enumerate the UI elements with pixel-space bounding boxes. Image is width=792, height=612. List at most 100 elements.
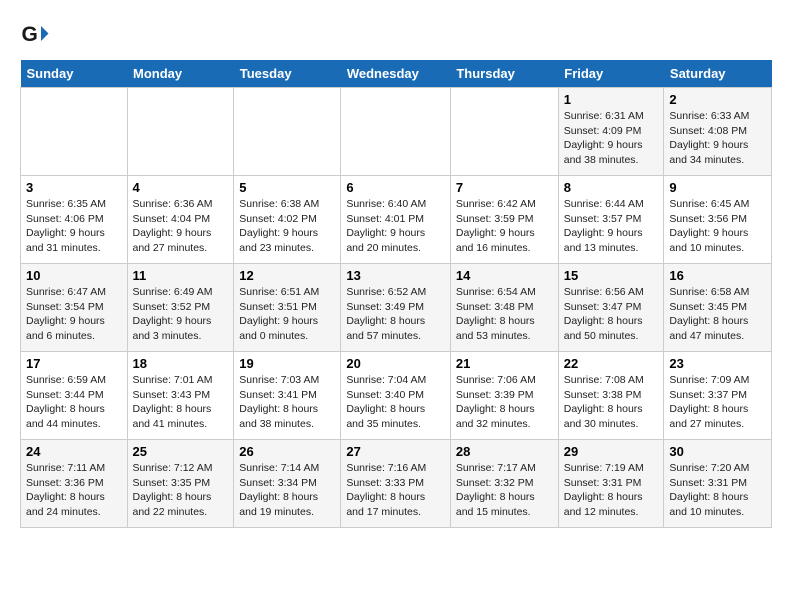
page-header: G xyxy=(20,20,772,50)
weekday-header: Friday xyxy=(558,60,664,88)
day-info: Sunrise: 6:58 AM Sunset: 3:45 PM Dayligh… xyxy=(669,285,766,344)
calendar-cell: 25 Sunrise: 7:12 AM Sunset: 3:35 PM Dayli… xyxy=(127,440,234,528)
weekday-header-row: SundayMondayTuesdayWednesdayThursdayFrid… xyxy=(21,60,772,88)
weekday-header: Sunday xyxy=(21,60,128,88)
calendar-cell: 6 Sunrise: 6:40 AM Sunset: 4:01 PM Daylig… xyxy=(341,176,451,264)
weekday-header: Saturday xyxy=(664,60,772,88)
day-info: Sunrise: 7:11 AM Sunset: 3:36 PM Dayligh… xyxy=(26,461,122,520)
calendar-cell: 12Sunrise: 6:51 AM Sunset: 3:51 PM Dayli… xyxy=(234,264,341,352)
day-info: Sunrise: 7:14 AM Sunset: 3:34 PM Dayligh… xyxy=(239,461,335,520)
calendar-cell: 10 Sunrise: 6:47 AM Sunset: 3:54 PM Dayli… xyxy=(21,264,128,352)
day-info: Sunrise: 7:20 AM Sunset: 3:31 PM Dayligh… xyxy=(669,461,766,520)
calendar-cell: 14 Sunrise: 6:54 AM Sunset: 3:48 PM Dayli… xyxy=(450,264,558,352)
day-info: Sunrise: 7:06 AM Sunset: 3:39 PM Dayligh… xyxy=(456,373,553,432)
svg-text:G: G xyxy=(22,23,38,46)
day-number: 22 xyxy=(564,356,659,371)
calendar-cell: 29 Sunrise: 7:19 AM Sunset: 3:31 PM Dayli… xyxy=(558,440,664,528)
weekday-header: Wednesday xyxy=(341,60,451,88)
calendar-cell: 23 Sunrise: 7:09 AM Sunset: 3:37 PM Dayli… xyxy=(664,352,772,440)
calendar-week-row: 3Sunrise: 6:35 AM Sunset: 4:06 PM Daylig… xyxy=(21,176,772,264)
calendar-cell xyxy=(21,88,128,176)
day-info: Sunrise: 6:59 AM Sunset: 3:44 PM Dayligh… xyxy=(26,373,122,432)
day-number: 24 xyxy=(26,444,122,459)
calendar-cell: 7 Sunrise: 6:42 AM Sunset: 3:59 PM Daylig… xyxy=(450,176,558,264)
day-info: Sunrise: 6:40 AM Sunset: 4:01 PM Dayligh… xyxy=(346,197,445,256)
day-number: 12 xyxy=(239,268,335,283)
day-number: 17 xyxy=(26,356,122,371)
calendar-cell xyxy=(234,88,341,176)
day-number: 25 xyxy=(133,444,229,459)
day-info: Sunrise: 7:19 AM Sunset: 3:31 PM Dayligh… xyxy=(564,461,659,520)
day-info: Sunrise: 6:56 AM Sunset: 3:47 PM Dayligh… xyxy=(564,285,659,344)
calendar-cell: 15 Sunrise: 6:56 AM Sunset: 3:47 PM Dayli… xyxy=(558,264,664,352)
calendar-week-row: 24 Sunrise: 7:11 AM Sunset: 3:36 PM Dayli… xyxy=(21,440,772,528)
day-number: 21 xyxy=(456,356,553,371)
calendar-cell: 4Sunrise: 6:36 AM Sunset: 4:04 PM Daylig… xyxy=(127,176,234,264)
calendar-cell: 17 Sunrise: 6:59 AM Sunset: 3:44 PM Dayli… xyxy=(21,352,128,440)
calendar-cell: 11Sunrise: 6:49 AM Sunset: 3:52 PM Dayli… xyxy=(127,264,234,352)
calendar-cell: 28 Sunrise: 7:17 AM Sunset: 3:32 PM Dayli… xyxy=(450,440,558,528)
calendar-cell: 19 Sunrise: 7:03 AM Sunset: 3:41 PM Dayli… xyxy=(234,352,341,440)
day-number: 23 xyxy=(669,356,766,371)
day-number: 26 xyxy=(239,444,335,459)
calendar-week-row: 10 Sunrise: 6:47 AM Sunset: 3:54 PM Dayli… xyxy=(21,264,772,352)
day-info: Sunrise: 6:44 AM Sunset: 3:57 PM Dayligh… xyxy=(564,197,659,256)
calendar-cell: 3Sunrise: 6:35 AM Sunset: 4:06 PM Daylig… xyxy=(21,176,128,264)
calendar-cell xyxy=(127,88,234,176)
day-info: Sunrise: 7:12 AM Sunset: 3:35 PM Dayligh… xyxy=(133,461,229,520)
day-number: 1 xyxy=(564,92,659,107)
day-number: 20 xyxy=(346,356,445,371)
calendar-cell: 27 Sunrise: 7:16 AM Sunset: 3:33 PM Dayli… xyxy=(341,440,451,528)
calendar-cell: 13 Sunrise: 6:52 AM Sunset: 3:49 PM Dayli… xyxy=(341,264,451,352)
day-number: 18 xyxy=(133,356,229,371)
day-number: 19 xyxy=(239,356,335,371)
day-number: 15 xyxy=(564,268,659,283)
day-info: Sunrise: 6:36 AM Sunset: 4:04 PM Dayligh… xyxy=(133,197,229,256)
day-info: Sunrise: 6:47 AM Sunset: 3:54 PM Dayligh… xyxy=(26,285,122,344)
day-info: Sunrise: 7:16 AM Sunset: 3:33 PM Dayligh… xyxy=(346,461,445,520)
weekday-header: Monday xyxy=(127,60,234,88)
calendar-cell xyxy=(450,88,558,176)
day-number: 6 xyxy=(346,180,445,195)
calendar-cell: 2 Sunrise: 6:33 AM Sunset: 4:08 PM Daylig… xyxy=(664,88,772,176)
day-info: Sunrise: 6:33 AM Sunset: 4:08 PM Dayligh… xyxy=(669,109,766,168)
day-number: 7 xyxy=(456,180,553,195)
calendar-week-row: 17 Sunrise: 6:59 AM Sunset: 3:44 PM Dayli… xyxy=(21,352,772,440)
calendar-cell: 1Sunrise: 6:31 AM Sunset: 4:09 PM Daylig… xyxy=(558,88,664,176)
day-info: Sunrise: 6:38 AM Sunset: 4:02 PM Dayligh… xyxy=(239,197,335,256)
calendar-cell xyxy=(341,88,451,176)
calendar-cell: 20Sunrise: 7:04 AM Sunset: 3:40 PM Dayli… xyxy=(341,352,451,440)
day-info: Sunrise: 7:17 AM Sunset: 3:32 PM Dayligh… xyxy=(456,461,553,520)
calendar-table: SundayMondayTuesdayWednesdayThursdayFrid… xyxy=(20,60,772,528)
calendar-cell: 18 Sunrise: 7:01 AM Sunset: 3:43 PM Dayli… xyxy=(127,352,234,440)
day-number: 5 xyxy=(239,180,335,195)
day-number: 16 xyxy=(669,268,766,283)
day-info: Sunrise: 6:45 AM Sunset: 3:56 PM Dayligh… xyxy=(669,197,766,256)
day-number: 27 xyxy=(346,444,445,459)
day-number: 14 xyxy=(456,268,553,283)
calendar-cell: 24 Sunrise: 7:11 AM Sunset: 3:36 PM Dayli… xyxy=(21,440,128,528)
day-number: 29 xyxy=(564,444,659,459)
day-info: Sunrise: 7:09 AM Sunset: 3:37 PM Dayligh… xyxy=(669,373,766,432)
calendar-cell: 22 Sunrise: 7:08 AM Sunset: 3:38 PM Dayli… xyxy=(558,352,664,440)
day-number: 9 xyxy=(669,180,766,195)
calendar-cell: 30 Sunrise: 7:20 AM Sunset: 3:31 PM Dayli… xyxy=(664,440,772,528)
day-info: Sunrise: 6:42 AM Sunset: 3:59 PM Dayligh… xyxy=(456,197,553,256)
day-number: 10 xyxy=(26,268,122,283)
day-info: Sunrise: 7:01 AM Sunset: 3:43 PM Dayligh… xyxy=(133,373,229,432)
day-number: 13 xyxy=(346,268,445,283)
day-number: 11 xyxy=(133,268,229,283)
day-info: Sunrise: 6:52 AM Sunset: 3:49 PM Dayligh… xyxy=(346,285,445,344)
logo-icon: G xyxy=(20,20,50,50)
day-info: Sunrise: 6:54 AM Sunset: 3:48 PM Dayligh… xyxy=(456,285,553,344)
calendar-cell: 16 Sunrise: 6:58 AM Sunset: 3:45 PM Dayli… xyxy=(664,264,772,352)
weekday-header: Thursday xyxy=(450,60,558,88)
calendar-cell: 21 Sunrise: 7:06 AM Sunset: 3:39 PM Dayli… xyxy=(450,352,558,440)
day-number: 2 xyxy=(669,92,766,107)
calendar-cell: 5 Sunrise: 6:38 AM Sunset: 4:02 PM Daylig… xyxy=(234,176,341,264)
day-info: Sunrise: 7:08 AM Sunset: 3:38 PM Dayligh… xyxy=(564,373,659,432)
day-number: 30 xyxy=(669,444,766,459)
day-number: 28 xyxy=(456,444,553,459)
calendar-cell: 9 Sunrise: 6:45 AM Sunset: 3:56 PM Daylig… xyxy=(664,176,772,264)
day-info: Sunrise: 7:03 AM Sunset: 3:41 PM Dayligh… xyxy=(239,373,335,432)
